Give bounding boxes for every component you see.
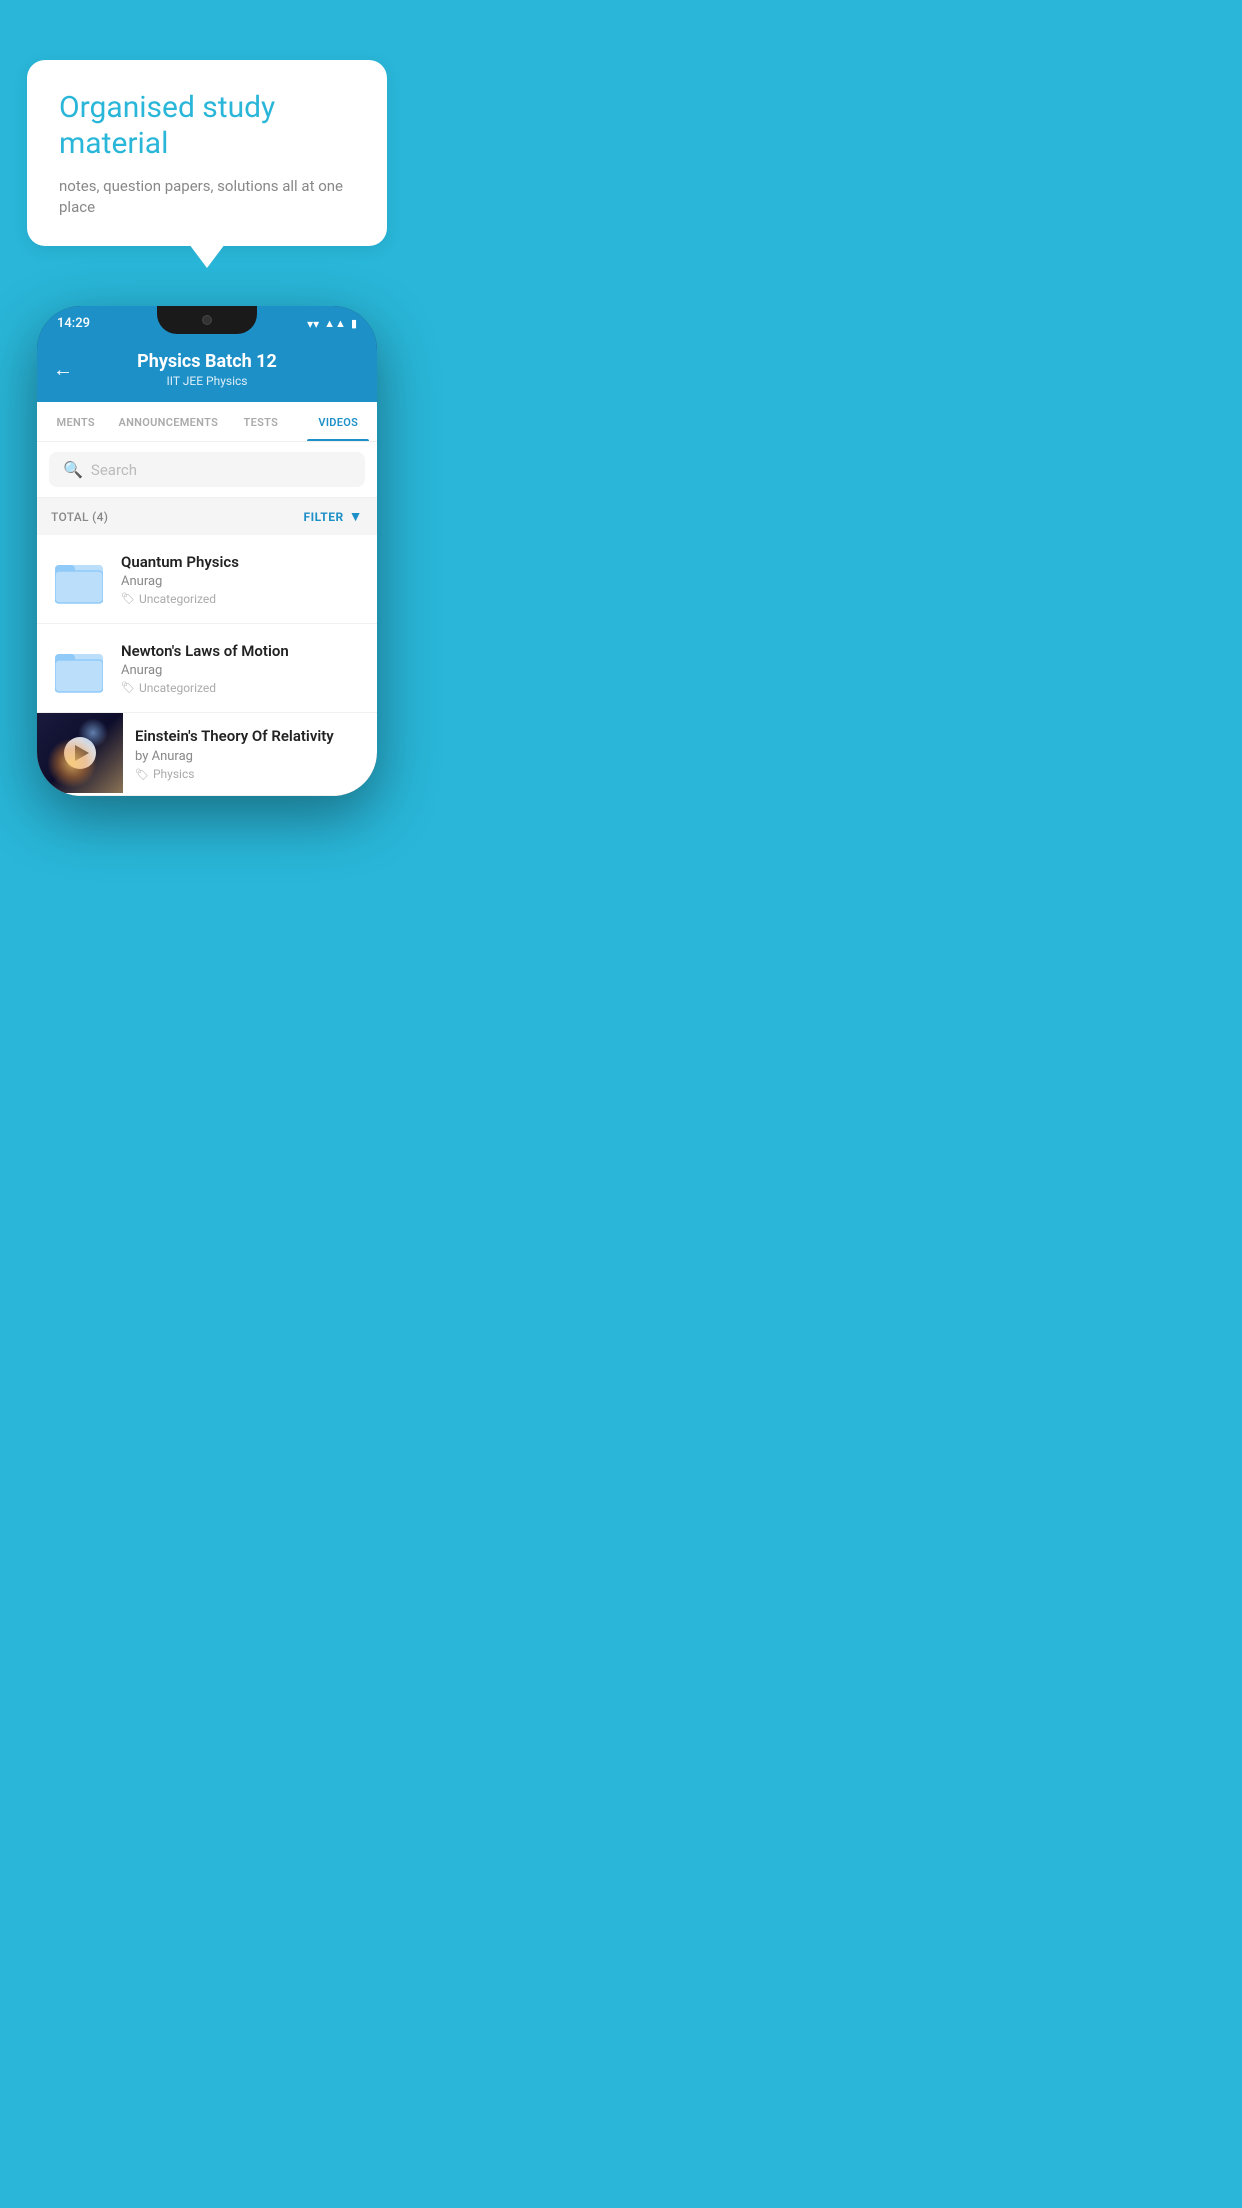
header-center: Physics Batch 12 IIT JEE Physics [137, 351, 277, 388]
phone-inner: 14:29 ▾▾ ▲▲ ▮ ← [37, 306, 377, 796]
video-title: Quantum Physics [121, 553, 363, 571]
list-item[interactable]: Einstein's Theory Of Relativity by Anura… [37, 713, 377, 796]
search-box[interactable]: 🔍 Search [49, 452, 365, 487]
video-list: Quantum Physics Anurag 🏷 Uncategorized [37, 535, 377, 796]
video-author: by Anurag [135, 749, 365, 764]
tab-videos[interactable]: VIDEOS [300, 402, 377, 441]
tag-icon: 🏷 [121, 681, 135, 694]
tab-ments[interactable]: MENTS [37, 402, 114, 441]
folder-svg [55, 642, 103, 694]
filter-label: FILTER [304, 510, 344, 524]
tag-icon: 🏷 [135, 768, 149, 781]
tabs-bar: MENTS ANNOUNCEMENTS TESTS VIDEOS [37, 402, 377, 442]
video-folder-icon [51, 551, 107, 607]
tab-tests[interactable]: TESTS [222, 402, 299, 441]
status-time: 14:29 [57, 316, 90, 331]
video-title: Einstein's Theory Of Relativity [135, 727, 365, 745]
phone-wrapper: 14:29 ▾▾ ▲▲ ▮ ← [37, 306, 377, 796]
header-title: Physics Batch 12 [137, 351, 277, 372]
video-folder-icon [51, 640, 107, 696]
video-thumbnail [37, 713, 123, 793]
cosmic-glow2 [78, 718, 108, 748]
video-tag: 🏷 Physics [135, 767, 365, 781]
search-container: 🔍 Search [37, 442, 377, 498]
video-author: Anurag [121, 574, 363, 589]
filter-funnel-icon: ▼ [349, 508, 363, 525]
list-item[interactable]: Newton's Laws of Motion Anurag 🏷 Uncateg… [37, 624, 377, 713]
tag-label: Physics [153, 767, 194, 781]
video-tag: 🏷 Uncategorized [121, 592, 363, 606]
bubble-title: Organised study material [59, 90, 355, 162]
status-icons: ▾▾ ▲▲ ▮ [307, 317, 357, 331]
notch [157, 306, 257, 334]
folder-svg [55, 553, 103, 605]
video-info: Newton's Laws of Motion Anurag 🏷 Uncateg… [121, 642, 363, 695]
phone-frame: 14:29 ▾▾ ▲▲ ▮ ← [37, 306, 377, 796]
tab-announcements[interactable]: ANNOUNCEMENTS [114, 402, 222, 441]
video-tag: 🏷 Uncategorized [121, 681, 363, 695]
tag-icon: 🏷 [121, 592, 135, 605]
app-header: ← Physics Batch 12 IIT JEE Physics [37, 337, 377, 402]
battery-icon: ▮ [351, 317, 357, 330]
camera-dot [202, 315, 212, 325]
video-info: Einstein's Theory Of Relativity by Anura… [123, 713, 377, 795]
video-title: Newton's Laws of Motion [121, 642, 363, 660]
hero-section: Organised study material notes, question… [0, 0, 414, 816]
header-subtitle: IIT JEE Physics [137, 374, 277, 388]
list-item[interactable]: Quantum Physics Anurag 🏷 Uncategorized [37, 535, 377, 624]
bubble-subtitle: notes, question papers, solutions all at… [59, 176, 355, 218]
total-count: TOTAL (4) [51, 510, 108, 524]
tag-label: Uncategorized [139, 681, 216, 695]
search-icon: 🔍 [63, 460, 83, 479]
video-author: Anurag [121, 663, 363, 678]
speech-bubble: Organised study material notes, question… [27, 60, 387, 246]
tag-label: Uncategorized [139, 592, 216, 606]
status-bar-container: 14:29 ▾▾ ▲▲ ▮ [37, 306, 377, 337]
wifi-icon: ▾▾ [307, 317, 319, 331]
back-button[interactable]: ← [53, 357, 73, 382]
signal-icon: ▲▲ [324, 317, 346, 330]
search-placeholder: Search [91, 461, 137, 479]
filter-button[interactable]: FILTER ▼ [304, 508, 364, 525]
filter-bar: TOTAL (4) FILTER ▼ [37, 498, 377, 535]
video-info: Quantum Physics Anurag 🏷 Uncategorized [121, 553, 363, 606]
